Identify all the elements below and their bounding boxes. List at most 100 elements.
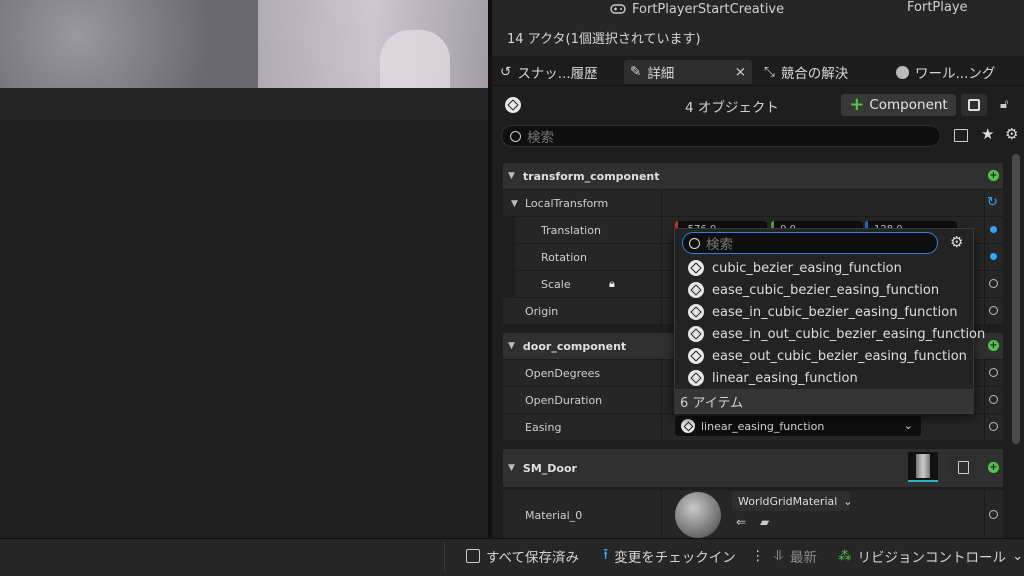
dropdown-item[interactable]: ease_in_out_cubic_bezier_easing_function	[688, 323, 985, 345]
modified-indicator-icon[interactable]	[990, 253, 997, 260]
globe-icon	[896, 65, 909, 79]
category-title: door_component	[522, 339, 627, 353]
column-divider	[984, 360, 985, 387]
dropdown-search-input[interactable]: 検索	[682, 232, 938, 254]
dropdown-item-count: 6 アイテム	[674, 389, 974, 413]
dropdown-item[interactable]: ease_out_cubic_bezier_easing_function	[688, 345, 967, 367]
material-combo-box[interactable]: WorldGridMaterial ⌄	[732, 491, 853, 511]
document-icon	[957, 460, 969, 474]
category-transform-component[interactable]: ▼ transform_component +	[503, 163, 1003, 189]
column-divider	[661, 244, 662, 271]
save-all-label: すべて保存済み	[486, 550, 580, 566]
column-divider	[984, 490, 985, 539]
dropdown-item[interactable]: ease_cubic_bezier_easing_function	[688, 279, 939, 301]
search-placeholder: 検索	[527, 130, 554, 146]
easing-combo-box[interactable]: linear_easing_function ⌄	[675, 416, 921, 436]
mesh-thumbnail[interactable]	[908, 452, 938, 482]
sync-latest-button[interactable]: ⥥ 最新	[774, 546, 817, 566]
column-divider	[661, 298, 662, 325]
browse-asset-button[interactable]	[950, 456, 976, 478]
column-divider	[984, 271, 985, 298]
tab-details[interactable]: ✎ 詳細 ×	[624, 60, 752, 84]
column-divider	[984, 387, 985, 414]
object-icon	[681, 419, 695, 433]
history-icon: ↺	[500, 64, 512, 80]
level-viewport[interactable]	[0, 0, 488, 88]
material-selected-value: WorldGridMaterial	[738, 494, 838, 508]
property-row-local-transform[interactable]: ▼ LocalTransform ↻	[503, 189, 1003, 217]
column-divider	[661, 190, 662, 217]
column-divider	[984, 298, 985, 325]
add-element-icon[interactable]: +	[988, 340, 999, 351]
property-name: Material_0	[525, 509, 583, 522]
outliner-actor-name: FortPlayerStartCreative	[632, 1, 785, 17]
pencil-icon: ✎	[630, 64, 642, 80]
save-all-button[interactable]: すべて保存済み	[466, 546, 579, 566]
add-element-icon[interactable]: +	[988, 170, 999, 181]
outliner-row-selected[interactable]: FortPlayerStartCreative	[610, 0, 784, 18]
revision-control-menu[interactable]: ⁂ リビジョンコントロール ⌄	[838, 546, 1023, 566]
add-element-icon[interactable]: +	[988, 462, 999, 473]
row-indent	[503, 271, 515, 298]
blueprint-button[interactable]	[961, 94, 987, 116]
easing-selected-value: linear_easing_function	[701, 419, 825, 433]
object-icon	[688, 348, 704, 364]
reset-circle-icon[interactable]	[989, 422, 998, 431]
reset-circle-icon[interactable]	[989, 368, 998, 377]
lock-icon[interactable]: 🔒︎	[609, 277, 615, 291]
dropdown-item[interactable]: linear_easing_function	[688, 367, 858, 389]
folder-icon[interactable]: ▰	[760, 515, 769, 529]
dropdown-item-label: ease_in_cubic_bezier_easing_function	[712, 304, 958, 320]
details-scrollbar[interactable]	[1012, 154, 1020, 444]
reset-to-default-icon[interactable]: ↻	[987, 195, 998, 210]
tab-snapshot-history[interactable]: ↺ スナッ...履歴	[494, 60, 604, 84]
object-icon	[688, 282, 704, 298]
viewport-toolbar-area	[0, 88, 490, 120]
material-thumbnail[interactable]	[675, 492, 721, 538]
dropdown-item-label: ease_cubic_bezier_easing_function	[712, 282, 940, 298]
gear-icon[interactable]: ⚙	[1005, 125, 1018, 143]
dropdown-item[interactable]: ease_in_cubic_bezier_easing_function	[688, 301, 957, 323]
collapse-triangle-icon: ▼	[508, 463, 515, 473]
chevron-down-icon: ⌄	[843, 494, 853, 508]
reset-circle-icon[interactable]	[989, 395, 998, 404]
close-icon[interactable]: ×	[735, 64, 746, 80]
details-search-input[interactable]: 検索	[501, 125, 941, 147]
collapse-triangle-icon: ▼	[511, 199, 518, 209]
tab-label: スナッ...履歴	[517, 66, 598, 82]
gear-icon[interactable]: ⚙	[950, 233, 963, 251]
use-selected-icon[interactable]: ⇐	[736, 515, 746, 529]
property-name: OpenDegrees	[525, 367, 601, 380]
category-title: transform_component	[522, 169, 660, 183]
star-icon[interactable]: ★	[981, 125, 994, 143]
column-divider	[984, 244, 985, 271]
reset-circle-icon[interactable]	[989, 510, 998, 519]
chevron-down-icon: ⌄	[1012, 548, 1024, 564]
add-component-button[interactable]: + Component	[841, 94, 956, 116]
reset-circle-icon[interactable]	[989, 279, 998, 288]
dropdown-item[interactable]: cubic_bezier_easing_function	[688, 257, 902, 279]
modified-indicator-icon[interactable]	[990, 226, 997, 233]
viewport-character-preview	[258, 0, 488, 88]
table-view-icon[interactable]	[954, 129, 968, 142]
more-options-icon[interactable]: ⋮	[751, 546, 765, 566]
door-mesh-preview	[916, 454, 930, 478]
tab-conflict-resolution[interactable]: ⤡ 競合の解決	[758, 60, 854, 84]
column-divider	[984, 217, 985, 244]
content-area	[0, 120, 490, 538]
collapse-triangle-icon: ▼	[508, 171, 515, 181]
reset-circle-icon[interactable]	[989, 306, 998, 315]
tab-world-settings[interactable]: ワール...ング	[890, 60, 1001, 84]
collapse-triangle-icon: ▼	[508, 341, 515, 351]
property-name: LocalTransform	[525, 197, 609, 210]
actor-count-label: 14 アクタ(1個選択されています)	[507, 32, 701, 47]
lock-icon[interactable]: 🔓︎	[1000, 97, 1008, 112]
sync-latest-label: 最新	[789, 550, 817, 566]
object-count-label: 4 オブジェクト	[685, 100, 779, 116]
dropdown-item-label: ease_in_out_cubic_bezier_easing_function	[712, 326, 986, 342]
column-divider	[661, 271, 662, 298]
category-title: SM_Door	[522, 461, 577, 475]
column-divider	[984, 414, 985, 441]
object-icon	[505, 97, 521, 113]
checkin-button[interactable]: ⭱ 変更をチェックイン	[603, 545, 736, 567]
